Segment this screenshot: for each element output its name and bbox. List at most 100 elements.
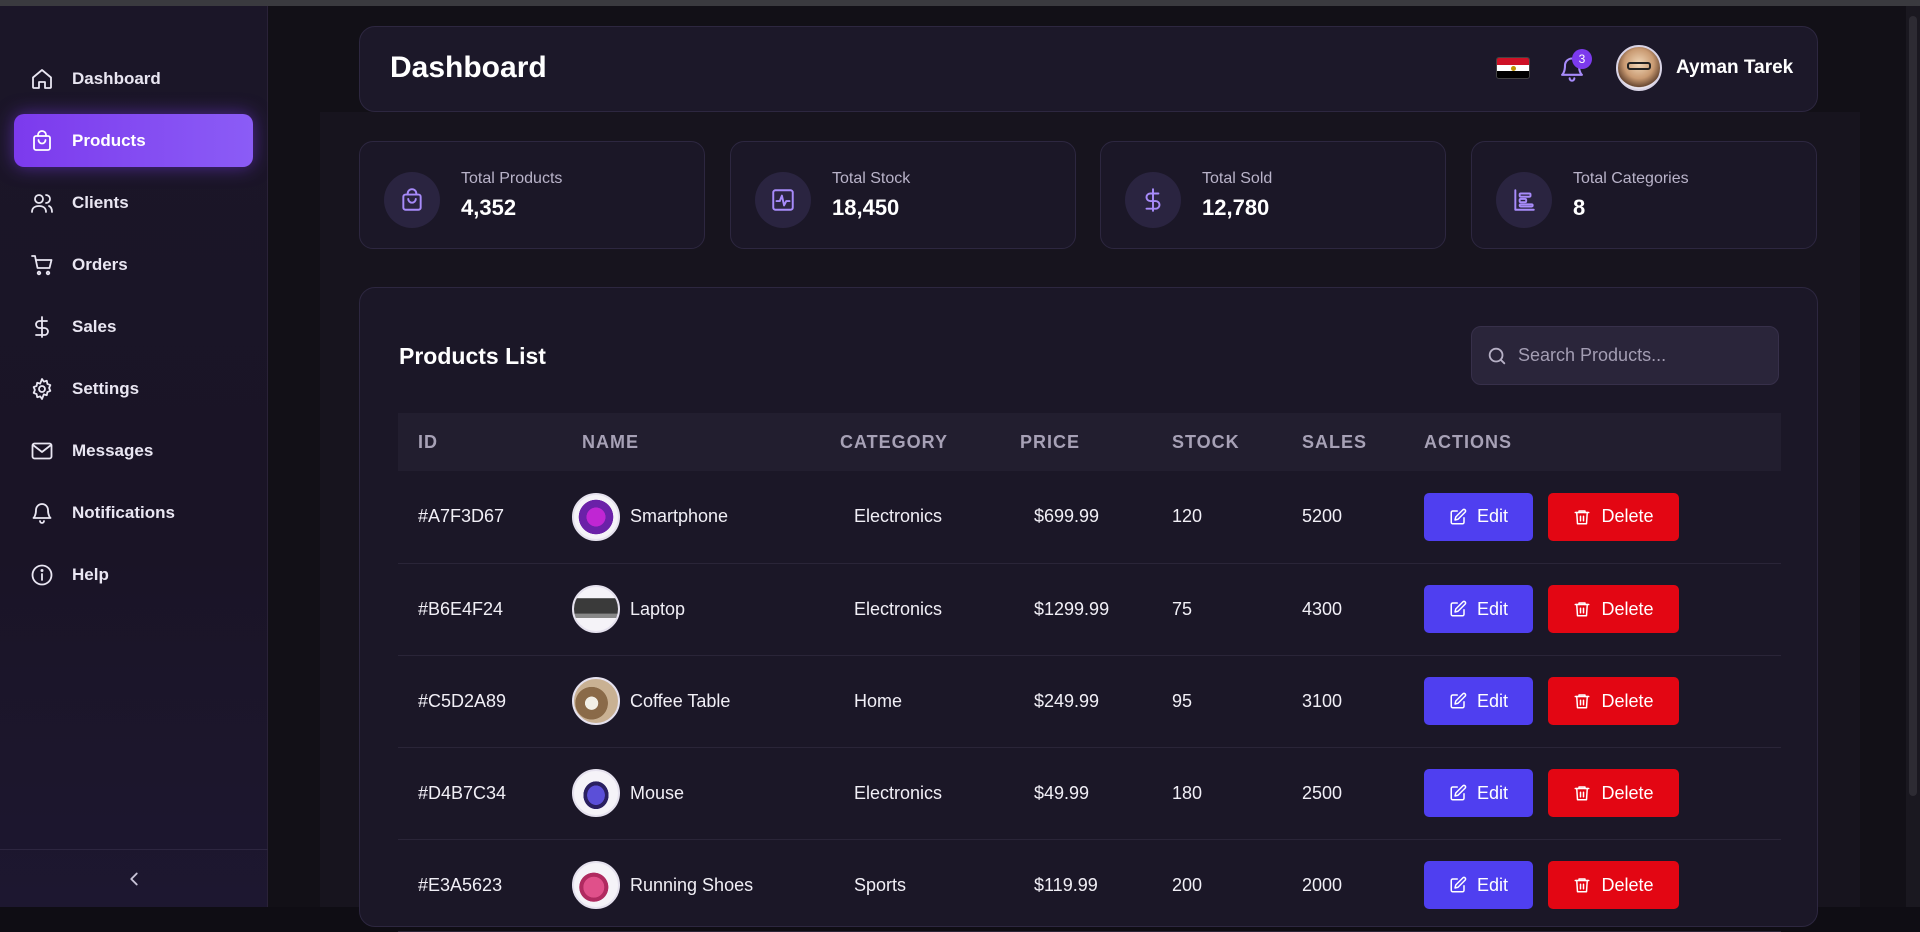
user-name[interactable]: Ayman Tarek — [1676, 57, 1793, 79]
stat-card-total-sold: Total Sold 12,780 — [1100, 141, 1446, 249]
stat-card-total-products: Total Products 4,352 — [359, 141, 705, 249]
column-header-category[interactable]: CATEGORY — [820, 413, 1000, 471]
product-sales: 5200 — [1282, 471, 1404, 564]
delete-button[interactable]: Delete — [1548, 677, 1679, 725]
shopping-bag-icon — [402, 188, 422, 211]
mail-icon — [31, 442, 53, 459]
edit-label: Edit — [1476, 690, 1509, 711]
product-actions: Edit Delete — [1404, 839, 1781, 932]
delete-button[interactable]: Delete — [1548, 861, 1679, 909]
column-header-stock[interactable]: STOCK — [1152, 413, 1282, 471]
edit-icon — [1450, 876, 1467, 893]
edit-button[interactable]: Edit — [1424, 492, 1533, 541]
edit-label: Edit — [1476, 506, 1509, 527]
delete-button[interactable]: Delete — [1548, 492, 1679, 541]
column-header-sales[interactable]: SALES — [1282, 413, 1404, 471]
table-row: #C5D2A89 Coffee Table Home $249.99 95 31… — [398, 655, 1781, 748]
column-header-price[interactable]: PRICE — [1000, 413, 1152, 471]
sidebar-item-label: Help — [72, 564, 109, 584]
sidebar-item-products[interactable]: Products — [14, 114, 253, 167]
sidebar-item-messages[interactable]: Messages — [14, 424, 253, 477]
product-name: Smartphone — [630, 506, 729, 527]
product-name: Mouse — [630, 782, 685, 803]
edit-icon — [1450, 508, 1467, 525]
product-price: $699.99 — [1000, 471, 1152, 564]
delete-label: Delete — [1601, 506, 1654, 527]
categories-icon — [1514, 189, 1535, 211]
product-name: Running Shoes — [630, 874, 754, 895]
product-price: $249.99 — [1000, 655, 1152, 748]
product-id: #B6E4F24 — [398, 563, 562, 656]
product-sales: 4300 — [1282, 563, 1404, 656]
edit-button[interactable]: Edit — [1424, 585, 1533, 633]
edit-label: Edit — [1476, 598, 1509, 619]
delete-button[interactable]: Delete — [1548, 769, 1679, 817]
users-icon — [31, 193, 53, 213]
edit-button[interactable]: Edit — [1424, 677, 1533, 725]
sidebar-item-orders[interactable]: Orders — [14, 238, 253, 291]
product-actions: Edit Delete — [1404, 747, 1781, 840]
product-stock: 180 — [1152, 747, 1282, 840]
stat-label: Total Sold — [1202, 170, 1273, 187]
product-thumbnail — [572, 492, 620, 541]
sidebar-item-dashboard[interactable]: Dashboard — [14, 52, 253, 105]
stat-card-total-categories: Total Categories 8 — [1471, 141, 1817, 249]
product-sales: 3100 — [1282, 655, 1404, 748]
sidebar-item-label: Settings — [72, 378, 140, 398]
page-scrollbar[interactable] — [1906, 6, 1920, 907]
product-actions: Edit Delete — [1404, 563, 1781, 656]
edit-icon — [1450, 692, 1467, 709]
table-row: #B6E4F24 Laptop Electronics $1299.99 75 … — [398, 563, 1781, 656]
product-stock: 200 — [1152, 839, 1282, 932]
delete-label: Delete — [1601, 782, 1654, 803]
product-category: Electronics — [820, 471, 1000, 564]
product-name-cell: Mouse — [562, 747, 820, 840]
shopping-bag-icon — [33, 129, 51, 151]
column-header-name[interactable]: NAME — [562, 413, 820, 471]
sidebar-item-label: Notifications — [72, 502, 175, 522]
edit-button[interactable]: Edit — [1424, 861, 1533, 909]
product-id: #D4B7C34 — [398, 747, 562, 840]
page-title: Dashboard — [390, 51, 547, 84]
top-header: Dashboard 3 Ayman Tarek — [359, 26, 1818, 112]
scrollbar-thumb[interactable] — [1909, 16, 1917, 796]
column-header-id[interactable]: ID — [398, 413, 562, 471]
egypt-flag-icon[interactable] — [1496, 57, 1530, 79]
column-header-actions: ACTIONS — [1424, 431, 1512, 452]
sidebar-item-sales[interactable]: Sales — [14, 300, 253, 353]
trash-icon — [1574, 510, 1590, 525]
avatar[interactable] — [1616, 45, 1662, 91]
sidebar-item-notifications[interactable]: Notifications — [14, 486, 253, 539]
products-table: ID NAME CATEGORY PRICE STOCK SALES ACTIO… — [398, 413, 1781, 932]
stat-value: 4,352 — [461, 195, 517, 220]
sidebar-collapse-button[interactable] — [0, 849, 268, 907]
trash-icon — [1574, 694, 1590, 709]
trash-icon — [1574, 602, 1590, 617]
edit-icon — [1450, 600, 1467, 617]
edit-button[interactable]: Edit — [1424, 769, 1533, 817]
sidebar-item-label: Clients — [72, 192, 129, 212]
search-icon — [1488, 347, 1506, 365]
stat-value: 8 — [1573, 195, 1586, 220]
sidebar-item-settings[interactable]: Settings — [14, 362, 253, 415]
product-actions: Edit Delete — [1404, 655, 1781, 748]
stat-card-total-stock: Total Stock 18,450 — [730, 141, 1076, 249]
sidebar-item-label: Messages — [72, 440, 154, 460]
product-category: Home — [820, 655, 1000, 748]
stat-icon-wrap — [384, 172, 440, 228]
product-category: Electronics — [820, 747, 1000, 840]
product-name: Laptop — [630, 598, 686, 619]
stat-label: Total Categories — [1573, 170, 1689, 187]
table-header-row: ID NAME CATEGORY PRICE STOCK SALES ACTIO… — [398, 413, 1781, 471]
sidebar-item-label: Orders — [72, 254, 128, 274]
delete-button[interactable]: Delete — [1548, 585, 1679, 633]
product-thumbnail — [572, 677, 620, 725]
sidebar-item-help[interactable]: Help — [14, 548, 253, 601]
sidebar-item-label: Products — [72, 130, 146, 150]
table-row: #E3A5623 Running Shoes Sports $119.99 20… — [398, 839, 1781, 932]
stat-value: 12,780 — [1202, 195, 1270, 220]
product-actions: Edit Delete — [1404, 471, 1781, 564]
search-input[interactable] — [1518, 327, 1768, 384]
sidebar-item-label: Sales — [72, 316, 117, 336]
sidebar-item-clients[interactable]: Clients — [14, 176, 253, 229]
